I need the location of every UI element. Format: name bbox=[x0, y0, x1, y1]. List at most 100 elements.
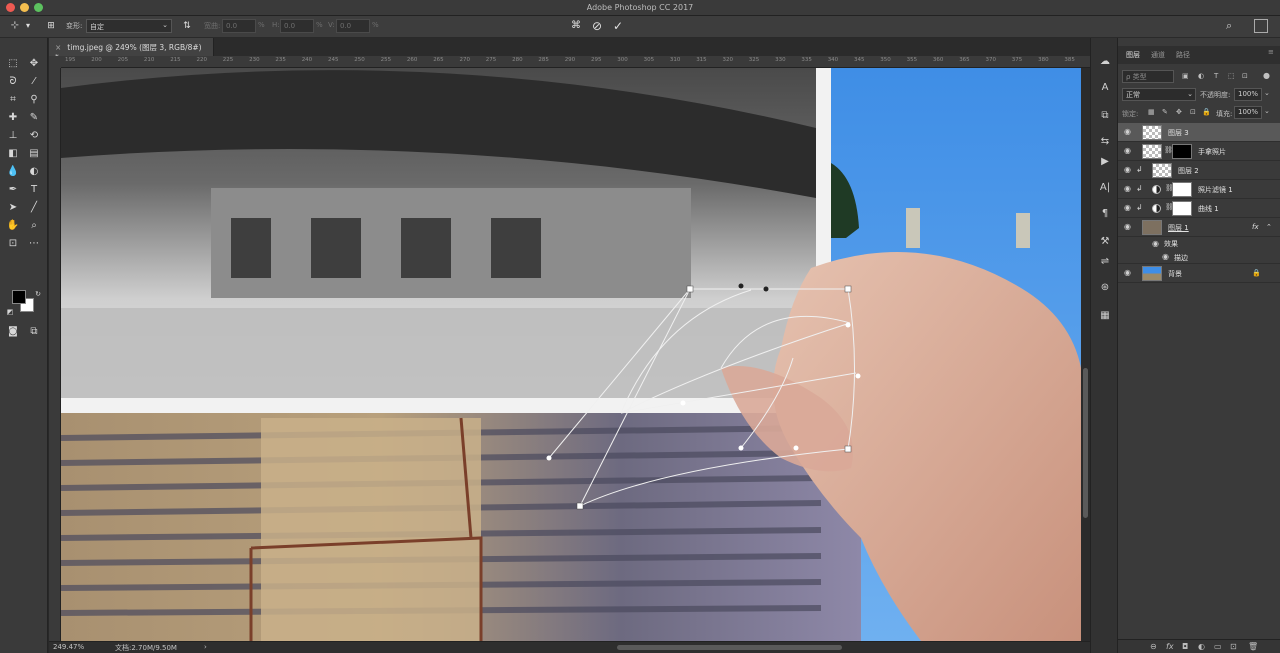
quick-select-tool-icon[interactable]: ⁄ bbox=[26, 74, 42, 90]
fx-badge[interactable]: fx bbox=[1252, 223, 1259, 231]
tab-paths[interactable]: 路径 bbox=[1176, 50, 1190, 60]
add-style-icon[interactable]: fx bbox=[1166, 642, 1174, 651]
panel-menu-icon[interactable]: ≡ bbox=[1268, 48, 1274, 56]
screen-mode-icon[interactable]: ⧉ bbox=[26, 324, 42, 340]
link-layers-icon[interactable]: ⊖ bbox=[1150, 642, 1157, 651]
new-group-icon[interactable]: ▭ bbox=[1214, 642, 1222, 651]
filter-shape-icon[interactable]: ⬚ bbox=[1228, 72, 1235, 80]
document-canvas[interactable] bbox=[61, 68, 1081, 641]
ruler-corner[interactable] bbox=[49, 56, 61, 68]
history-brush-tool-icon[interactable]: ⟲ bbox=[26, 128, 42, 144]
layer-row[interactable]: ◉ ↲ ⛓ 曲线 1 bbox=[1118, 199, 1280, 218]
vertical-ruler[interactable] bbox=[49, 68, 61, 641]
grid-toggle-icon[interactable]: ⊞ bbox=[44, 19, 58, 33]
tab-channels[interactable]: 通道 bbox=[1151, 50, 1165, 60]
tab-layers[interactable]: 图层 bbox=[1126, 50, 1140, 60]
tool-presets-icon[interactable]: ⚒ bbox=[1097, 234, 1113, 250]
marquee-tool-icon[interactable]: ⬚ bbox=[5, 56, 21, 72]
fill-input[interactable]: 100% bbox=[1234, 106, 1262, 119]
pen-tool-icon[interactable]: ✒ bbox=[5, 182, 21, 198]
lasso-tool-icon[interactable]: ᘐ bbox=[5, 74, 21, 90]
lock-all-icon[interactable]: 🔒 bbox=[1202, 108, 1211, 116]
gradient-tool-icon[interactable]: ▤ bbox=[26, 146, 42, 162]
properties-icon[interactable]: ⇌ bbox=[1097, 254, 1113, 270]
swap-colors-icon[interactable]: ↻ bbox=[30, 286, 46, 302]
play-icon[interactable]: ▶ bbox=[1097, 154, 1113, 170]
layer-mask-thumbnail[interactable] bbox=[1172, 182, 1192, 197]
eyedropper-tool-icon[interactable]: ⚲ bbox=[26, 92, 42, 108]
layer-row[interactable]: ◉ 背景 🔒 bbox=[1118, 264, 1280, 283]
lock-transparent-icon[interactable]: ▦ bbox=[1148, 108, 1155, 116]
character-icon[interactable]: A| bbox=[1097, 180, 1113, 196]
commit-transform-icon[interactable]: ✓ bbox=[611, 19, 625, 33]
add-mask-icon[interactable]: ◘ bbox=[1182, 642, 1188, 651]
eraser-tool-icon[interactable]: ◧ bbox=[5, 146, 21, 162]
line-tool-icon[interactable]: ╱ bbox=[26, 200, 42, 216]
close-tab-icon[interactable]: × bbox=[55, 43, 61, 52]
zoom-level[interactable]: 249.47% bbox=[53, 643, 84, 651]
transform-tool-icon[interactable]: ⊹ bbox=[8, 19, 22, 33]
filter-toggle-icon[interactable]: ● bbox=[1263, 71, 1270, 80]
visibility-eye-icon[interactable]: ◉ bbox=[1124, 222, 1131, 231]
visibility-eye-icon[interactable]: ◉ bbox=[1124, 268, 1131, 277]
foreground-color-swatch[interactable] bbox=[12, 290, 26, 304]
actions-icon[interactable]: ⇆ bbox=[1097, 134, 1113, 150]
layer-filter-select[interactable]: ρ 类型 bbox=[1122, 70, 1174, 83]
history-icon[interactable]: ⧉ bbox=[1097, 108, 1113, 124]
layer-row[interactable]: ◉ ⛓ 手拿照片 bbox=[1118, 142, 1280, 161]
type-tool-icon[interactable]: T bbox=[26, 182, 42, 198]
status-menu-arrow[interactable]: › bbox=[204, 643, 207, 651]
zoom-tool-icon[interactable]: ⌕ bbox=[26, 218, 42, 234]
vertical-scroll-thumb[interactable] bbox=[1083, 368, 1088, 518]
layer-mask-thumbnail[interactable] bbox=[1172, 201, 1192, 216]
visibility-eye-icon[interactable]: ◉ bbox=[1124, 127, 1131, 136]
healing-brush-tool-icon[interactable]: ✚ bbox=[5, 110, 21, 126]
chevron-down-icon[interactable]: ⌄ bbox=[1264, 89, 1270, 97]
adjustments-icon[interactable]: ⊛ bbox=[1097, 280, 1113, 296]
layer-name[interactable]: 背景 bbox=[1168, 269, 1182, 279]
visibility-eye-icon[interactable]: ◉ bbox=[1152, 239, 1159, 248]
layer-row[interactable]: ◉ ↲ ⛓ 照片滤镜 1 bbox=[1118, 180, 1280, 199]
visibility-eye-icon[interactable]: ◉ bbox=[1124, 146, 1131, 155]
artboard-tool-icon[interactable]: ⊡ bbox=[5, 236, 21, 252]
opacity-input[interactable]: 100% bbox=[1234, 88, 1262, 101]
crop-tool-icon[interactable]: ⌗ bbox=[5, 92, 21, 108]
effect-row[interactable]: ◉ 描边 bbox=[1118, 250, 1280, 264]
path-select-tool-icon[interactable]: ➤ bbox=[5, 200, 21, 216]
brush-tool-icon[interactable]: ✎ bbox=[26, 110, 42, 126]
filter-adjustment-icon[interactable]: ◐ bbox=[1198, 72, 1204, 80]
quick-mask-icon[interactable]: ◙ bbox=[5, 324, 21, 340]
hand-tool-icon[interactable]: ✋ bbox=[5, 218, 21, 234]
layer-row[interactable]: ◉ 图层 1 fx ⌃ bbox=[1118, 218, 1280, 237]
effects-row[interactable]: ◉ 效果 bbox=[1118, 237, 1280, 250]
puppet-warp-icon[interactable]: ⌘ bbox=[569, 19, 583, 33]
layer-row[interactable]: ◉ ↲ 图层 2 bbox=[1118, 161, 1280, 180]
filter-pixel-icon[interactable]: ▣ bbox=[1182, 72, 1189, 80]
horizontal-scroll-thumb[interactable] bbox=[617, 645, 842, 650]
layer-name[interactable]: 图层 3 bbox=[1168, 128, 1189, 138]
dodge-tool-icon[interactable]: ◐ bbox=[26, 164, 42, 180]
stamp-tool-icon[interactable]: ⊥ bbox=[5, 128, 21, 144]
h-distortion-input[interactable]: 0.0 bbox=[280, 19, 314, 33]
filter-type-icon[interactable]: T bbox=[1214, 72, 1218, 80]
character-style-icon[interactable]: A bbox=[1097, 80, 1113, 96]
filter-smart-icon[interactable]: ⊡ bbox=[1242, 72, 1248, 80]
new-adjustment-icon[interactable]: ◐ bbox=[1198, 642, 1205, 651]
visibility-eye-icon[interactable]: ◉ bbox=[1124, 165, 1131, 174]
layer-name[interactable]: 曲线 1 bbox=[1198, 204, 1219, 214]
lock-image-icon[interactable]: ✎ bbox=[1162, 108, 1168, 116]
layer-name[interactable]: 照片滤镜 1 bbox=[1198, 185, 1233, 195]
trash-icon[interactable]: 🗑 bbox=[1248, 642, 1258, 651]
chevron-down-icon[interactable]: ▾ bbox=[24, 19, 32, 33]
paragraph-icon[interactable]: ¶ bbox=[1097, 206, 1113, 222]
layer-mask-thumbnail[interactable] bbox=[1172, 144, 1192, 159]
chevron-up-icon[interactable]: ⌃ bbox=[1266, 223, 1272, 231]
more-tools-icon[interactable]: ⋯ bbox=[26, 236, 42, 252]
default-colors-icon[interactable]: ◩ bbox=[2, 304, 18, 320]
cancel-transform-icon[interactable]: ⊘ bbox=[590, 19, 604, 33]
move-tool-icon[interactable]: ✥ bbox=[26, 56, 42, 72]
search-icon[interactable]: ⌕ bbox=[1226, 19, 1240, 33]
lock-position-icon[interactable]: ✥ bbox=[1176, 108, 1182, 116]
libraries-icon[interactable]: ☁ bbox=[1097, 54, 1113, 70]
lock-artboard-icon[interactable]: ⊡ bbox=[1190, 108, 1196, 116]
